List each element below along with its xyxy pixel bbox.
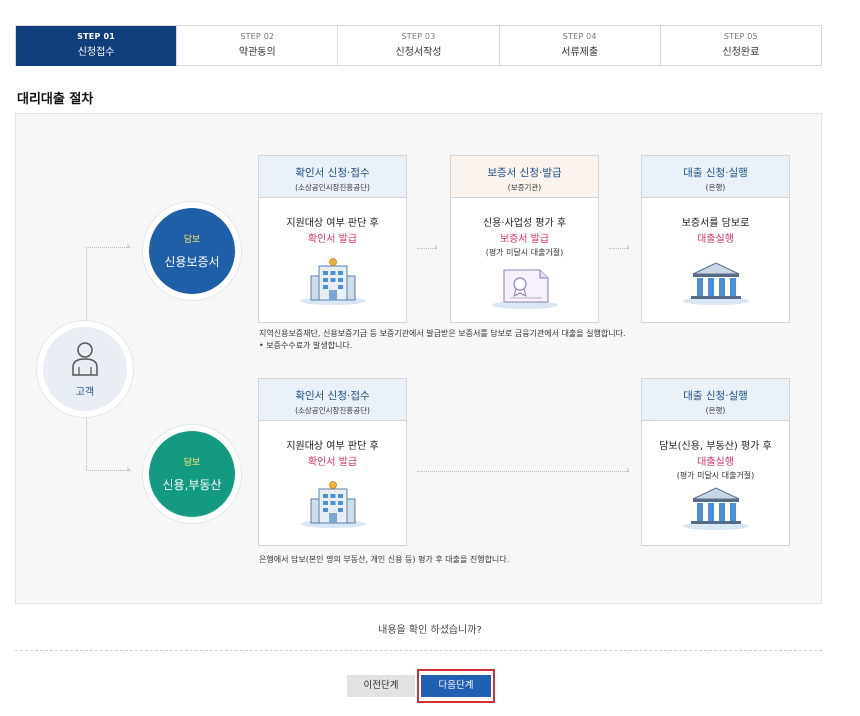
card-subtitle: (은행) [705, 406, 726, 415]
step-4: STEP 04 서류제출 [498, 26, 660, 66]
card-title: 대출 신청·실행 [683, 167, 748, 179]
connector-line [86, 247, 131, 248]
step-5: STEP 05 신청완료 [659, 26, 822, 66]
customer-label: 고객 [75, 386, 95, 398]
route1-name: 신용보증서 [164, 255, 220, 269]
card-subtitle: (소상공인시장진흥공단) [295, 183, 370, 192]
office-building-icon [299, 258, 366, 305]
card-title: 확인서 신청·접수 [295, 390, 370, 402]
card-highlight: 확인서 발급 [307, 457, 358, 468]
bank-icon [682, 262, 749, 305]
route1-card-loan: 대출 신청·실행 (은행) 보증서를 담보로 대출실행 [641, 155, 790, 323]
card-title: 확인서 신청·접수 [295, 167, 370, 179]
card-highlight: 대출실행 [697, 457, 734, 468]
step-label: 서류제출 [561, 47, 599, 58]
route2-note: 은행에서 담보(본인 명의 부동산, 개인 신용 등) 평가 후 대출을 진행합… [259, 555, 510, 564]
card-subtitle: (보증기관) [507, 183, 542, 192]
connector-line [86, 470, 131, 471]
route1-card-confirmation: 확인서 신청·접수 (소상공인시장진흥공단) 지원대상 여부 판단 후 확인서 … [258, 155, 407, 323]
customer-circle: 고객 [37, 321, 133, 417]
connector-line [86, 410, 87, 470]
card-title: 대출 신청·실행 [683, 390, 748, 402]
route1-card-guarantee: 보증서 신청·발급 (보증기관) 신용·사업성 평가 후 보증서 발급 (평가 … [450, 155, 599, 323]
arrow-icon: › [126, 464, 130, 475]
step-number: STEP 05 [723, 32, 758, 41]
step-3: STEP 03 신청서작성 [337, 26, 499, 66]
card-line: 신용·사업성 평가 후 [482, 218, 567, 229]
card-subtitle: (은행) [705, 183, 726, 192]
step-number: STEP 04 [562, 32, 597, 41]
card-line: 지원대상 여부 판단 후 [286, 441, 379, 452]
card-highlight: 보증서 발급 [499, 234, 550, 245]
arrow-icon: › [126, 241, 130, 252]
card-line: 담보(신용, 부동산) 평가 후 [659, 441, 772, 452]
arrow-icon: › [434, 242, 438, 253]
loan-process-diagram: › › 고객 담보 신용보증서 담보 신용,부동산 확인서 신청·접수 (소상공… [15, 113, 822, 604]
step-number: STEP 03 [401, 32, 436, 41]
route1-note-line: 지역신용보증재단, 신용보증기금 등 보증기관에서 발급받은 보증서를 담보로 … [259, 329, 626, 338]
card-highlight: 대출실행 [697, 234, 734, 245]
bank-icon [682, 487, 749, 530]
section-title: 대리대출 절차 [17, 92, 94, 107]
step-2: STEP 02 약관동의 [176, 26, 338, 66]
route1-circle: 담보 신용보증서 [143, 202, 241, 300]
next-step-button[interactable]: 다음단계 [421, 675, 491, 697]
card-note: (평가 미달시 대출거절) [676, 471, 755, 480]
step-number: STEP 02 [240, 32, 275, 41]
route1-note-fee: • 보증수수료가 발생합니다. [259, 341, 353, 350]
previous-step-button[interactable]: 이전단계 [347, 675, 415, 697]
arrow-icon: › [626, 465, 630, 476]
route1-tag: 담보 [183, 235, 201, 245]
route2-circle: 담보 신용,부동산 [143, 425, 241, 523]
step-progress-bar: STEP 01 신청접수 STEP 02 약관동의 STEP 03 신청서작성 … [15, 25, 822, 66]
divider [15, 650, 822, 651]
connector-line [86, 247, 87, 328]
arrow-icon: › [626, 242, 630, 253]
route2-tag: 담보 [183, 458, 201, 468]
card-title: 보증서 신청·발급 [487, 167, 562, 179]
office-building-icon [299, 481, 366, 528]
route2-card-loan: 대출 신청·실행 (은행) 담보(신용, 부동산) 평가 후 대출실행 (평가 … [641, 378, 790, 546]
certificate-icon [491, 269, 558, 309]
card-line: 보증서를 담보로 [681, 218, 750, 229]
confirm-question: 내용을 확인 하셨습니까? [378, 625, 482, 636]
step-1: STEP 01 신청접수 [16, 26, 177, 66]
person-icon [72, 341, 98, 376]
step-label: 신청접수 [77, 47, 115, 58]
step-label: 신청완료 [722, 47, 760, 58]
card-note: (평가 미달시 대출거절) [485, 248, 564, 257]
card-line: 지원대상 여부 판단 후 [286, 218, 379, 229]
step-number: STEP 01 [77, 32, 116, 41]
route2-card-confirmation: 확인서 신청·접수 (소상공인시장진흥공단) 지원대상 여부 판단 후 확인서 … [258, 378, 407, 546]
step-label: 신청서작성 [395, 47, 442, 58]
route2-name: 신용,부동산 [162, 478, 222, 492]
card-highlight: 확인서 발급 [307, 234, 358, 245]
route1-note: 지역신용보증재단, 신용보증기금 등 보증기관에서 발급받은 보증서를 담보로 … [259, 328, 626, 352]
card-subtitle: (소상공인시장진흥공단) [295, 406, 370, 415]
connector-line [417, 471, 629, 472]
step-label: 약관동의 [238, 47, 276, 58]
